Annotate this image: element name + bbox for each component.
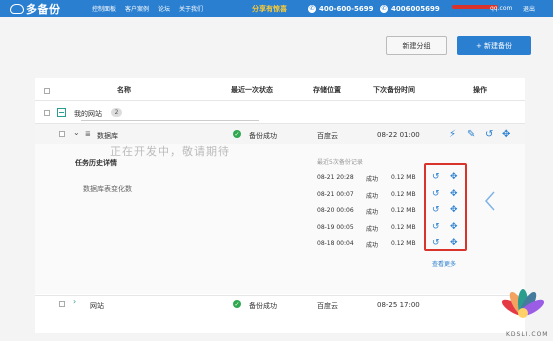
record-status: 成功: [366, 209, 379, 216]
nav-item-forum[interactable]: 论坛: [158, 4, 170, 13]
row-status: 备份成功: [249, 132, 277, 140]
column-header-location: 存储位置: [313, 86, 341, 94]
task-history-title: 任务历史详情: [75, 159, 117, 167]
cloud-icon: [10, 3, 24, 14]
row-checkbox[interactable]: [59, 301, 65, 307]
select-all-checkbox[interactable]: [44, 88, 50, 94]
record-status: 成功: [366, 242, 379, 249]
record-time: 08-21 20:28: [317, 174, 354, 181]
chevron-left-icon[interactable]: [484, 190, 496, 212]
success-check-icon: ✓: [233, 130, 241, 138]
record-status: 成功: [366, 176, 379, 183]
record-time: 08-19 00:05: [317, 224, 354, 231]
in-development-message: 正在开发中，敬请期待: [110, 145, 230, 158]
group-count-badge: 2: [111, 108, 122, 117]
record-status: 成功: [366, 226, 379, 233]
top-navbar: 多备份 控制面板 客户案例 论坛 关于我们 分享有惊喜 ✆ 400-600-56…: [0, 0, 553, 17]
record-status: 成功: [366, 193, 379, 200]
row-checkbox[interactable]: [59, 131, 65, 137]
column-header-name: 名称: [117, 86, 131, 94]
group-checkbox[interactable]: [44, 110, 50, 116]
promo-link[interactable]: 分享有惊喜: [252, 0, 287, 17]
history-icon[interactable]: ↺: [485, 130, 493, 140]
nav-item-cases[interactable]: 客户案例: [125, 4, 149, 13]
row-next-time: 08-25 17:00: [377, 301, 420, 309]
edit-pencil-icon[interactable]: ✎: [467, 130, 475, 140]
row-location: 百度云: [317, 132, 338, 140]
group-name: 我的网站: [74, 110, 102, 118]
run-now-lightning-icon[interactable]: ⚡: [449, 130, 456, 140]
column-header-actions: 操作: [473, 86, 487, 94]
chart-field-label: 数据库表变化数: [83, 185, 132, 193]
collapse-group-toggle[interactable]: [57, 108, 66, 117]
nav-item-dashboard[interactable]: 控制面板: [92, 4, 116, 13]
nav-item-about[interactable]: 关于我们: [179, 4, 203, 13]
column-header-status: 最近一次状态: [231, 86, 273, 94]
record-time: 08-20 00:06: [317, 207, 354, 214]
database-icon: ≣: [85, 130, 91, 138]
row-name: 网站: [90, 302, 104, 310]
phone-number-2: 4006005699: [391, 4, 440, 13]
new-group-button[interactable]: 新建分组: [386, 36, 447, 55]
row-location: 百度云: [317, 302, 338, 310]
record-size: 0.12 MB: [391, 174, 416, 181]
records-title: 最近5次备份记录: [317, 159, 363, 166]
watermark-text: KDSLI.COM: [506, 331, 549, 338]
column-header-next-time: 下次备份时间: [373, 86, 415, 94]
divider: [35, 295, 525, 296]
phone-hotline-1: ✆ 400-600-5699: [308, 0, 374, 17]
divider: [35, 100, 525, 101]
chevron-down-icon[interactable]: ⌄: [73, 128, 80, 137]
record-size: 0.12 MB: [391, 207, 416, 214]
watermark-logo: [501, 289, 545, 318]
main-nav: 控制面板 客户案例 论坛 关于我们: [92, 0, 203, 17]
row-status: 备份成功: [249, 302, 277, 310]
brand-logo[interactable]: 多备份: [10, 2, 61, 16]
phone-hotline-2: ✆ 4006005699: [380, 0, 440, 17]
highlight-box: [424, 163, 467, 251]
record-size: 0.12 MB: [391, 191, 416, 198]
row-next-time: 08-22 01:00: [377, 131, 420, 139]
record-size: 0.12 MB: [391, 224, 416, 231]
brand-name: 多备份: [26, 2, 61, 16]
chevron-right-icon[interactable]: ›: [73, 297, 76, 306]
view-more-link[interactable]: 查看更多: [432, 259, 456, 268]
record-time: 08-21 00:07: [317, 191, 354, 198]
row-name: 数据库: [97, 132, 118, 140]
record-time: 08-18 00:04: [317, 240, 354, 247]
phone-number-1: 400-600-5699: [319, 4, 374, 13]
phone-icon: ✆: [308, 4, 316, 13]
new-backup-button[interactable]: + 新建备份: [457, 36, 531, 55]
move-icon[interactable]: ✥: [502, 130, 510, 140]
success-check-icon: ✓: [233, 300, 241, 308]
phone-icon: ✆: [380, 4, 388, 13]
logout-link[interactable]: 退出: [523, 0, 535, 17]
record-size: 0.12 MB: [391, 240, 416, 247]
account-email[interactable]: qq.com: [490, 0, 512, 17]
field-underline: [81, 120, 259, 121]
